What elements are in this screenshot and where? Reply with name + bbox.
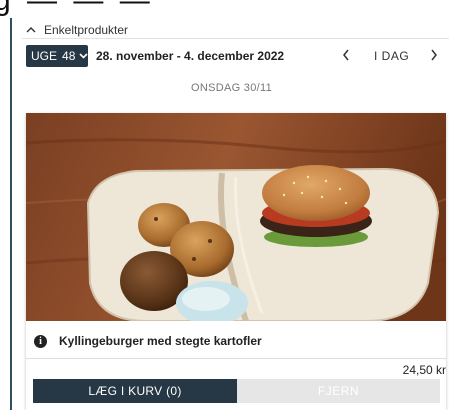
- section-toggle-label: Enkeltprodukter: [44, 23, 129, 37]
- date-range-label: 28. november - 4. december 2022: [96, 49, 285, 63]
- product-card: i Kyllingeburger med stegte kartofler 24…: [26, 113, 446, 410]
- add-to-basket-button[interactable]: LÆG I KURV (0): [33, 379, 237, 403]
- day-heading: ONSDAG 30/11: [190, 82, 273, 94]
- product-image: [26, 113, 446, 321]
- cutoff-heading-text: g — — —: [0, 0, 154, 17]
- week-number: 48: [62, 49, 76, 63]
- header-divider: [22, 38, 449, 39]
- previous-week-button[interactable]: [338, 46, 354, 64]
- chevron-down-icon: [79, 51, 88, 61]
- section-toggle[interactable]: Enkeltprodukter: [26, 21, 128, 39]
- chevron-up-icon: [26, 25, 38, 36]
- info-circle-icon[interactable]: i: [34, 334, 47, 348]
- product-panel: Enkeltprodukter UGE 48 28. november - 4.…: [10, 18, 449, 410]
- remove-button[interactable]: FJERN: [237, 379, 440, 403]
- top-cutoff-strip: g — — —: [0, 0, 449, 20]
- week-dropdown[interactable]: UGE 48: [26, 45, 88, 67]
- product-info-row: i Kyllingeburger med stegte kartofler: [34, 332, 262, 350]
- week-prefix: UGE: [31, 49, 58, 63]
- today-button[interactable]: I DAG: [374, 49, 409, 63]
- next-week-button[interactable]: [426, 46, 442, 64]
- product-price: 24,50 kr: [402, 363, 446, 377]
- card-divider: [26, 358, 446, 359]
- product-name: Kyllingeburger med stegte kartofler: [59, 334, 262, 348]
